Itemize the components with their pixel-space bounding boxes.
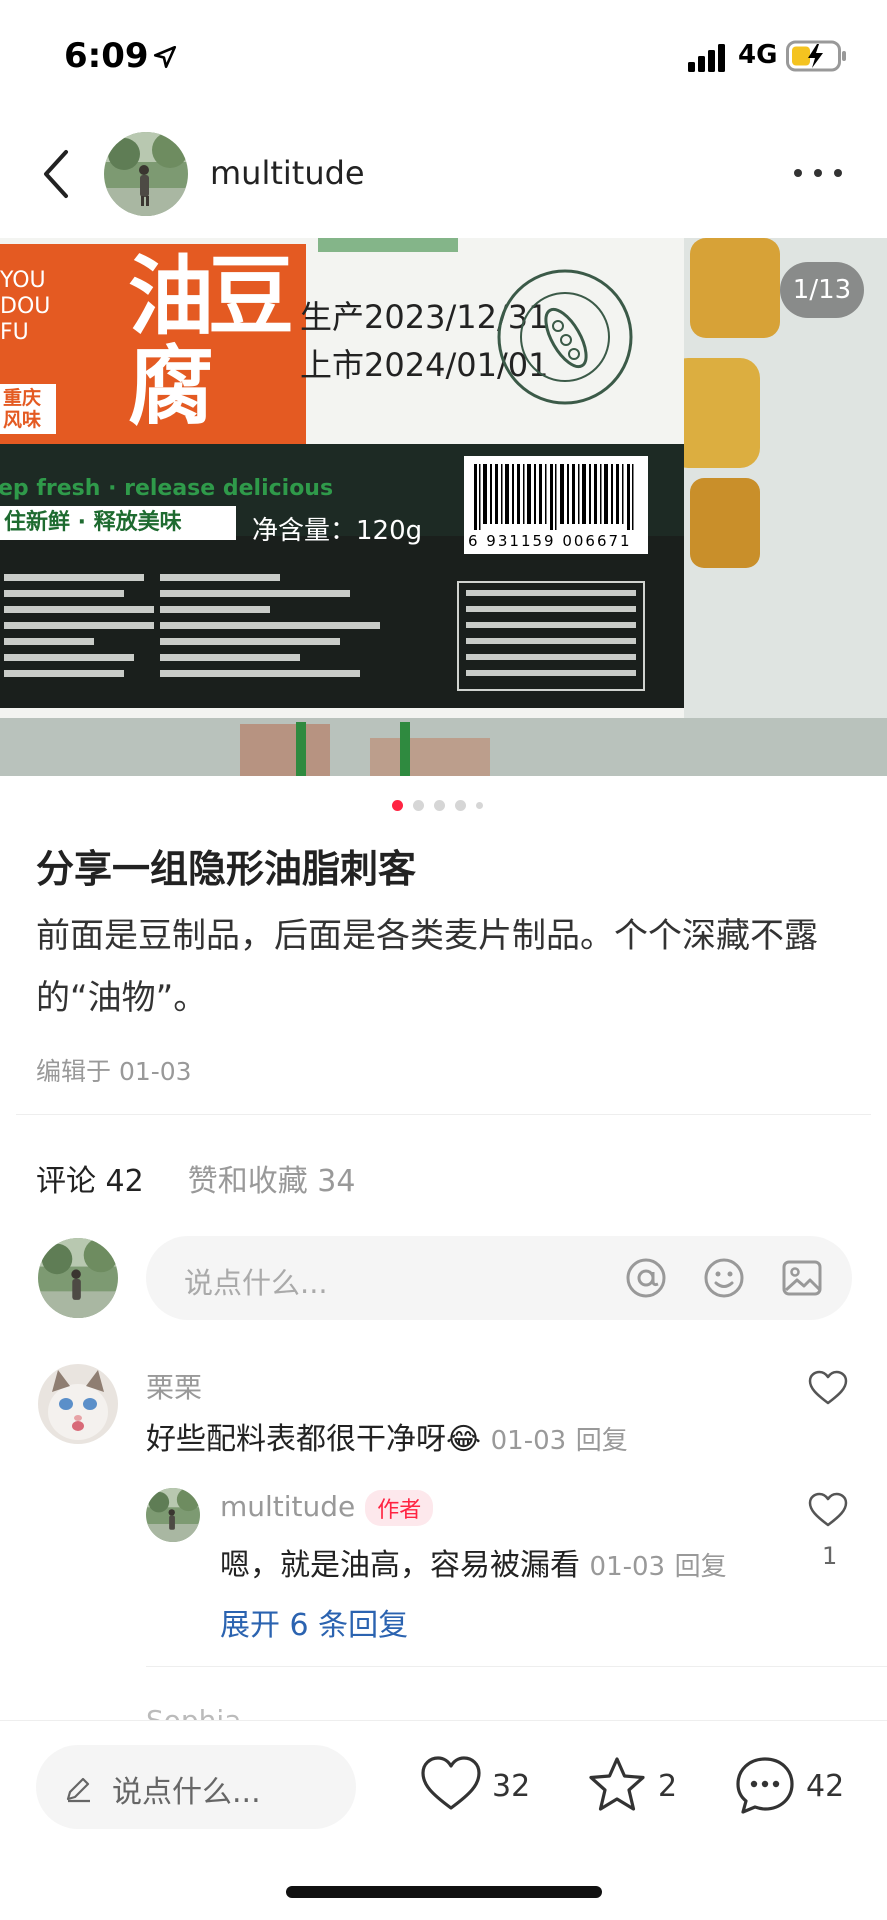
engagement-tabs: 评论 42 赞和收藏 34 <box>36 1156 355 1200</box>
heart-icon <box>421 1756 481 1810</box>
like-count: 32 <box>492 1769 531 1804</box>
comment-input[interactable]: 说点什么... <box>146 1236 852 1320</box>
author-badge: 作者 <box>365 1490 434 1526</box>
product-name: 油豆腐 <box>128 247 294 437</box>
divider <box>16 1114 871 1115</box>
like-button[interactable]: 32 <box>420 1755 530 1819</box>
reply-author-name[interactable]: multitude <box>220 1490 355 1523</box>
comment-bubble-icon <box>736 1757 794 1814</box>
page-dot <box>476 801 483 809</box>
at-icon[interactable] <box>624 1256 668 1300</box>
image-pagination-dots <box>392 798 483 812</box>
brand-seal-icon <box>497 269 633 405</box>
brand-tag-en: YOU DOU FU <box>0 268 51 345</box>
tab-likes-collects[interactable]: 赞和收藏 34 <box>188 1156 356 1200</box>
post-title: 分享一组隐形油脂刺客 <box>36 847 417 891</box>
page-dot <box>392 799 403 811</box>
comment-date: 01-03 <box>490 1426 567 1456</box>
label-fine-print <box>4 574 645 691</box>
expand-replies-button[interactable]: 展开 6 条回复 <box>220 1600 408 1644</box>
image-icon[interactable] <box>780 1256 824 1300</box>
home-indicator <box>286 1886 602 1898</box>
image-counter: 1/13 <box>780 262 864 318</box>
collect-count: 2 <box>658 1769 678 1804</box>
reply-author-avatar[interactable] <box>146 1488 200 1542</box>
status-time: 6:09 <box>64 36 149 76</box>
divider <box>146 1666 887 1667</box>
author-name[interactable]: multitude <box>210 154 365 192</box>
reply-body: 嗯，就是油高，容易被漏看 <box>220 1548 580 1583</box>
pencil-icon <box>66 1777 90 1803</box>
comment-input-placeholder: 说点什么... <box>184 1266 328 1300</box>
comment-button[interactable]: 42 <box>734 1755 854 1819</box>
post-description: 前面是豆制品，后面是各类麦片制品。个个深藏不露的“油物”。 <box>36 916 818 1018</box>
post-header: multitude <box>0 120 887 230</box>
page-dot <box>413 799 424 811</box>
bottom-input-placeholder: 说点什么... <box>112 1775 261 1810</box>
my-avatar <box>38 1238 118 1318</box>
barcode: 6 931159 006671 <box>464 456 648 554</box>
status-bar: 6:09 4G <box>0 0 887 110</box>
comment-text: 好些配料表都很干净呀😂 01-03 回复 <box>146 1414 628 1458</box>
reply-like-count: 1 <box>822 1542 838 1570</box>
post-image[interactable]: YOU DOU FU 重庆风味 油豆腐 生产2023/12/31 上市2024/01… <box>0 238 887 776</box>
commenter-avatar[interactable] <box>38 1364 118 1444</box>
comment-body: 好些配料表都很干净呀😂 <box>146 1422 482 1457</box>
reply-text: 嗯，就是油高，容易被漏看 01-03 回复 <box>220 1540 727 1584</box>
reply-button[interactable]: 回复 <box>576 1426 628 1456</box>
network-type: 4G <box>738 40 778 70</box>
comment-like-icon[interactable] <box>808 1370 848 1406</box>
collect-button[interactable]: 2 <box>586 1755 686 1819</box>
emoji-icon[interactable] <box>702 1256 746 1300</box>
back-icon[interactable] <box>36 146 76 202</box>
slogan-en: ep fresh · release delicious <box>0 476 334 501</box>
post-edited-date: 编辑于 01-03 <box>36 1057 192 1086</box>
star-icon <box>589 1757 645 1811</box>
comment-count: 42 <box>806 1769 845 1804</box>
slogan-cn: 住新鲜 · 释放美味 <box>0 506 236 540</box>
reply-button[interactable]: 回复 <box>675 1552 727 1582</box>
signal-icon <box>688 44 725 72</box>
battery-charging-icon <box>786 40 846 72</box>
reply-like-icon[interactable] <box>808 1492 848 1528</box>
page-dot <box>434 799 445 811</box>
net-weight: 净含量：120g <box>252 516 423 546</box>
commenter-name[interactable]: 栗栗 <box>146 1366 202 1406</box>
author-avatar[interactable] <box>104 132 188 216</box>
flavor-tag: 重庆风味 <box>0 384 56 434</box>
reply-author[interactable]: multitude 作者 <box>220 1490 434 1526</box>
page-dot <box>455 799 466 811</box>
tab-comments[interactable]: 评论 42 <box>36 1156 144 1200</box>
bottom-comment-input[interactable]: 说点什么... <box>36 1745 356 1829</box>
reply-date: 01-03 <box>589 1552 666 1582</box>
more-icon[interactable] <box>790 158 846 188</box>
location-arrow-icon <box>153 45 177 69</box>
